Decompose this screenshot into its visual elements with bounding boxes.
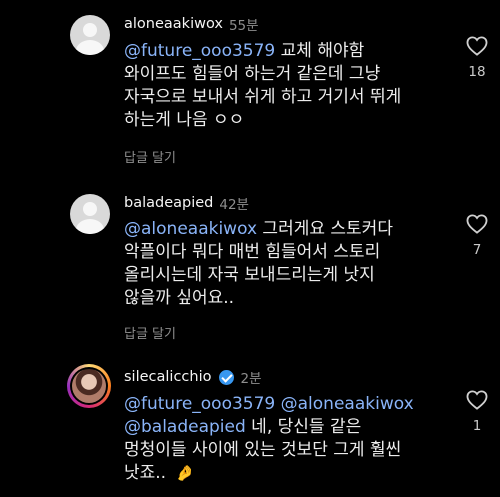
comment-meta: silecalicchio 2분 — [124, 367, 262, 387]
like-count: 7 — [472, 242, 482, 258]
avatar[interactable] — [70, 194, 110, 234]
like-count: 1 — [472, 418, 482, 434]
avatar[interactable] — [70, 15, 110, 55]
pinched-fingers-emoji-icon: 🤌 — [175, 464, 195, 482]
comment-time: 55분 — [228, 18, 259, 34]
verified-badge-icon — [219, 369, 235, 385]
comment-meta: aloneaakiwox 55분 — [124, 14, 259, 34]
comment-item: silecalicchio 2분 @future_ooo3579 @alonea… — [0, 350, 500, 497]
comment-text-line: 올리시는데 자국 보내드리는게 낫지 — [124, 265, 375, 285]
avatar-ring-gap — [70, 367, 108, 405]
heart-icon[interactable] — [466, 390, 488, 410]
comment-text-line: 하는게 나음 ㅇㅇ — [124, 110, 245, 130]
username[interactable]: aloneaakiwox — [124, 16, 223, 32]
heart-icon[interactable] — [466, 36, 488, 56]
mention-link[interactable]: @aloneaakiwox — [124, 219, 257, 239]
comment-thread: aloneaakiwox 55분 @future_ooo3579 교체 해야함 … — [0, 0, 500, 497]
comment-item: baladeapied 42분 @aloneaakiwox 그러게요 스토커다 … — [0, 180, 500, 342]
avatar[interactable] — [67, 364, 111, 408]
comment-text-line: 멍청이들 사이에 있는 것보단 그게 훨씬 — [124, 440, 402, 460]
avatar-photo — [72, 369, 106, 403]
comment-text-line: 악플이다 뭐다 매번 힘들어서 스토리 — [124, 242, 381, 262]
avatar-body-shape — [76, 40, 104, 55]
username[interactable]: silecalicchio — [124, 369, 211, 385]
comment-text-line: 와이프도 힘들어 하는거 같은데 그냥 — [124, 64, 381, 84]
comment-meta: baladeapied 42분 — [124, 193, 249, 213]
comment-text-line: 그러게요 스토커다 — [257, 219, 393, 239]
comment-item: aloneaakiwox 55분 @future_ooo3579 교체 해야함 … — [0, 0, 500, 170]
mention-link[interactable]: @future_ooo3579 @aloneaakiwox — [124, 394, 414, 414]
comment-text-line: 낫죠.. — [124, 463, 172, 483]
comment-text: @future_ooo3579 교체 해야함 와이프도 힘들어 하는거 같은데 … — [124, 40, 444, 132]
comment-time: 42분 — [219, 197, 249, 213]
comment-time: 2분 — [240, 371, 262, 387]
heart-icon[interactable] — [466, 214, 488, 234]
username[interactable]: baladeapied — [124, 195, 213, 211]
avatar-head-shape — [83, 202, 97, 216]
comment-text: @aloneaakiwox 그러게요 스토커다 악플이다 뭐다 매번 힘들어서 … — [124, 218, 444, 310]
avatar-body-shape — [76, 219, 104, 234]
mention-link[interactable]: @baladeapied — [124, 417, 246, 437]
avatar-head-shape — [83, 23, 97, 37]
reply-button[interactable]: 답글 달기 — [124, 323, 176, 342]
comment-text: @future_ooo3579 @aloneaakiwox @baladeapi… — [124, 393, 444, 485]
reply-button[interactable]: 답글 달기 — [124, 147, 176, 166]
comment-text-line: 교체 해야함 — [275, 41, 365, 61]
mention-link[interactable]: @future_ooo3579 — [124, 41, 275, 61]
like-count: 18 — [468, 64, 486, 80]
comment-text-line: 않을까 싶어요.. — [124, 288, 235, 308]
comment-text-line: 자국으로 보내서 쉬게 하고 거기서 뛰게 — [124, 87, 402, 107]
comment-text-line: 네, 당신들 같은 — [245, 417, 362, 437]
